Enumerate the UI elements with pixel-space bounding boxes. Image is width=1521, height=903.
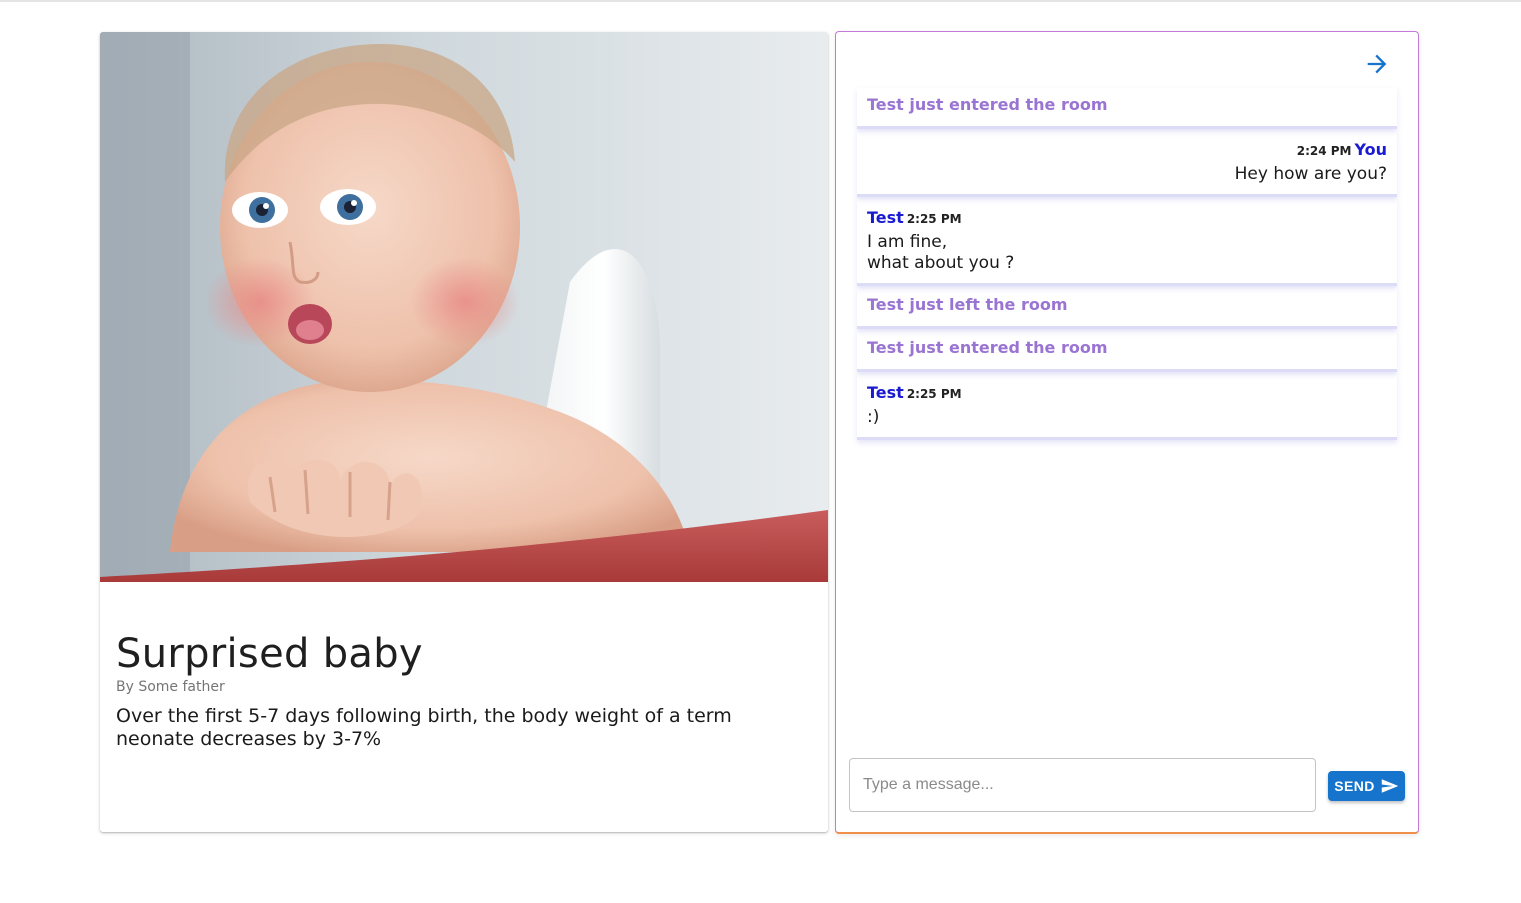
message-sender: Test — [867, 208, 904, 227]
arrow-right-icon[interactable] — [1363, 50, 1391, 78]
message-text: :) — [867, 407, 880, 427]
post-image — [100, 32, 828, 582]
system-message: Test just left the room — [857, 288, 1397, 329]
message-text: Hey how are you? — [1234, 164, 1387, 184]
message-sender: You — [1354, 140, 1388, 159]
system-message-text: Test just left the room — [867, 295, 1068, 314]
message-input[interactable] — [849, 758, 1316, 812]
own-message: 2:24 PM You Hey how are you? — [857, 131, 1397, 197]
message-sender: Test — [867, 383, 904, 402]
incoming-message: Test 2:25 PM I am fine, what about you ? — [857, 199, 1397, 286]
message-header: Test 2:25 PM — [867, 208, 1387, 228]
post-body: Over the first 5-7 days following birth,… — [116, 705, 732, 750]
message-text: I am fine, what about you ? — [867, 232, 1015, 273]
chat-panel: Test just entered the room 2:24 PM You He… — [835, 31, 1419, 834]
send-button[interactable]: SEND — [1328, 771, 1405, 801]
incoming-message: Test 2:25 PM :) — [857, 374, 1397, 440]
message-time: 2:24 PM — [1296, 144, 1352, 158]
send-icon — [1381, 779, 1398, 793]
message-list[interactable]: Test just entered the room 2:24 PM You He… — [857, 88, 1397, 440]
system-message: Test just entered the room — [857, 331, 1397, 372]
post-title: Surprised baby — [116, 631, 423, 677]
top-divider — [0, 0, 1521, 2]
system-message-text: Test just entered the room — [867, 95, 1108, 114]
message-time: 2:25 PM — [906, 387, 962, 401]
send-button-label: SEND — [1334, 778, 1375, 794]
message-time: 2:25 PM — [906, 212, 962, 226]
post-card: Surprised baby By Some father Over the f… — [100, 32, 828, 832]
system-message: Test just entered the room — [857, 88, 1397, 129]
message-header: Test 2:25 PM — [867, 383, 1387, 403]
message-header: 2:24 PM You — [867, 140, 1387, 160]
system-message-text: Test just entered the room — [867, 338, 1108, 357]
post-author: By Some father — [116, 679, 225, 695]
